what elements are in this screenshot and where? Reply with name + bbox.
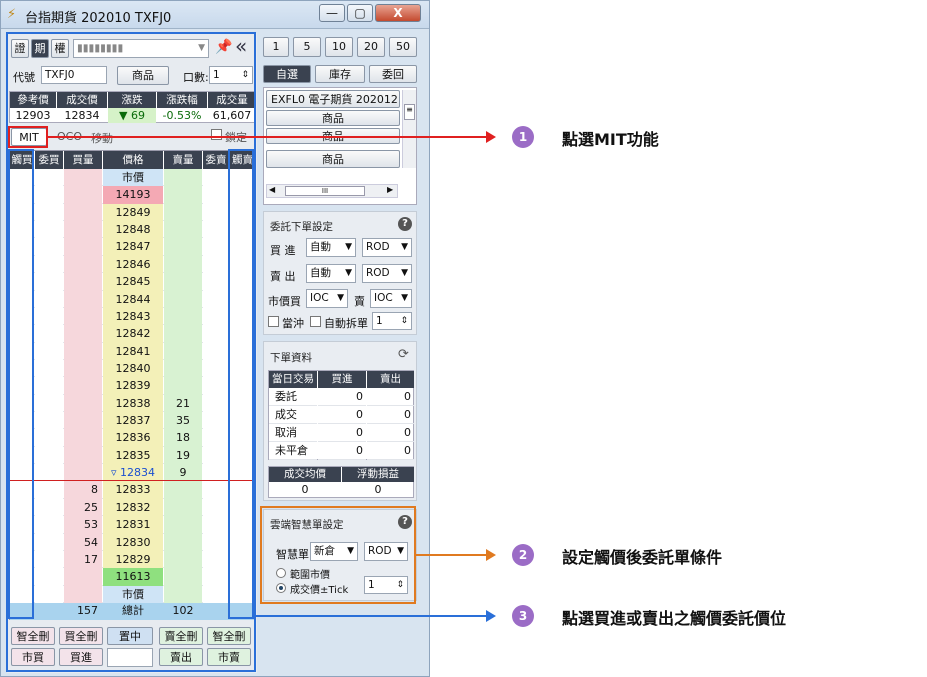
step-1-text: 點選MIT功能 bbox=[562, 130, 659, 149]
annotation-arrows bbox=[48, 131, 496, 622]
step-1-badge: 1 bbox=[512, 126, 534, 148]
step-2-text: 設定觸價後委託單條件 bbox=[562, 548, 723, 567]
arrow-3-head bbox=[486, 610, 496, 622]
arrow-2-head bbox=[486, 549, 496, 561]
step-2-badge: 2 bbox=[512, 544, 534, 566]
step-3-badge: 3 bbox=[512, 605, 534, 627]
arrow-1-head bbox=[486, 131, 496, 143]
step-3-text: 點選買進或賣出之觸價委託價位 bbox=[562, 609, 787, 628]
